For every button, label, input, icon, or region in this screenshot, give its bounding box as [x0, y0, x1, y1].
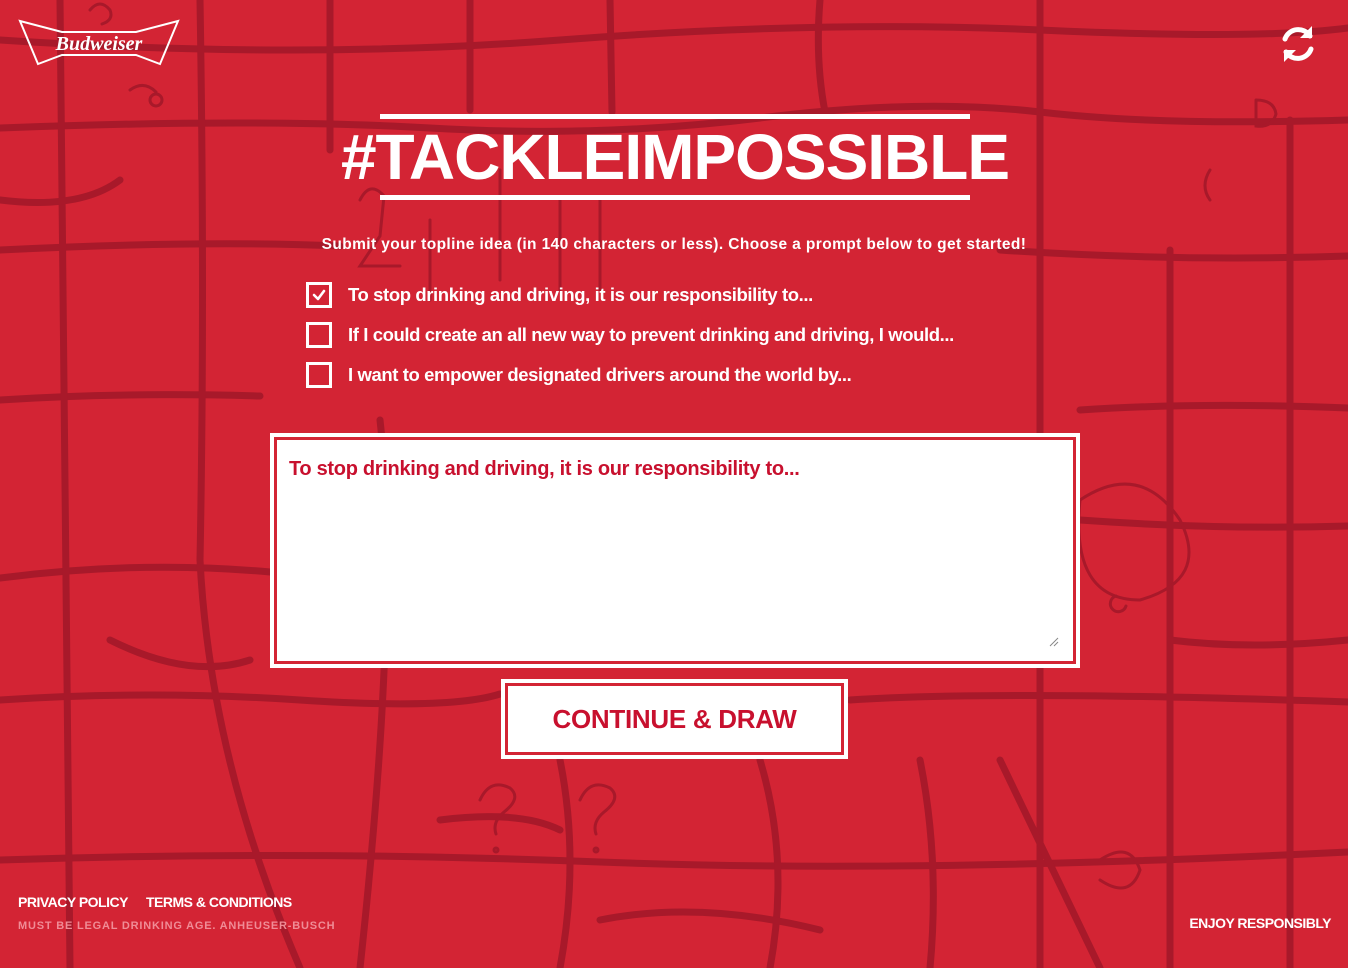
enjoy-responsibly-text: ENJOY RESPONSIBLY	[1189, 915, 1331, 931]
prompt-label: I want to empower designated drivers aro…	[348, 364, 852, 385]
checkbox-prompt-3[interactable]	[306, 362, 332, 388]
idea-textarea-border: To stop drinking and driving, it is our …	[274, 437, 1076, 664]
refresh-icon[interactable]	[1276, 22, 1320, 66]
continue-draw-label: CONTINUE & DRAW	[505, 683, 844, 755]
logo-wordmark: Budweiser	[55, 33, 143, 55]
checkmark-icon	[312, 289, 326, 301]
page-title: #TACKLEIMPOSSIBLE	[341, 114, 1010, 200]
legal-disclaimer: MUST BE LEGAL DRINKING AGE. ANHEUSER-BUS…	[18, 920, 336, 932]
privacy-policy-link[interactable]: PRIVACY POLICY	[18, 894, 128, 910]
prompt-option-2[interactable]: If I could create an all new way to prev…	[306, 319, 954, 351]
idea-textarea[interactable]: To stop drinking and driving, it is our …	[270, 433, 1080, 668]
resize-grip-icon[interactable]	[1049, 637, 1059, 647]
checkbox-prompt-2[interactable]	[306, 322, 332, 348]
idea-text[interactable]: To stop drinking and driving, it is our …	[289, 458, 800, 481]
footer-links: PRIVACY POLICY TERMS & CONDITIONS	[18, 894, 292, 910]
instruction-text: Submit your topline idea (in 140 charact…	[321, 236, 1027, 253]
terms-conditions-link[interactable]: TERMS & CONDITIONS	[146, 894, 292, 910]
continue-draw-button[interactable]: CONTINUE & DRAW	[501, 679, 848, 759]
checkbox-prompt-1[interactable]	[306, 282, 332, 308]
budweiser-logo[interactable]: Budweiser	[18, 18, 180, 68]
prompt-option-1[interactable]: To stop drinking and driving, it is our …	[306, 279, 813, 311]
prompt-label: To stop drinking and driving, it is our …	[348, 284, 813, 305]
prompt-option-3[interactable]: I want to empower designated drivers aro…	[306, 359, 852, 391]
prompt-label: If I could create an all new way to prev…	[348, 324, 954, 345]
